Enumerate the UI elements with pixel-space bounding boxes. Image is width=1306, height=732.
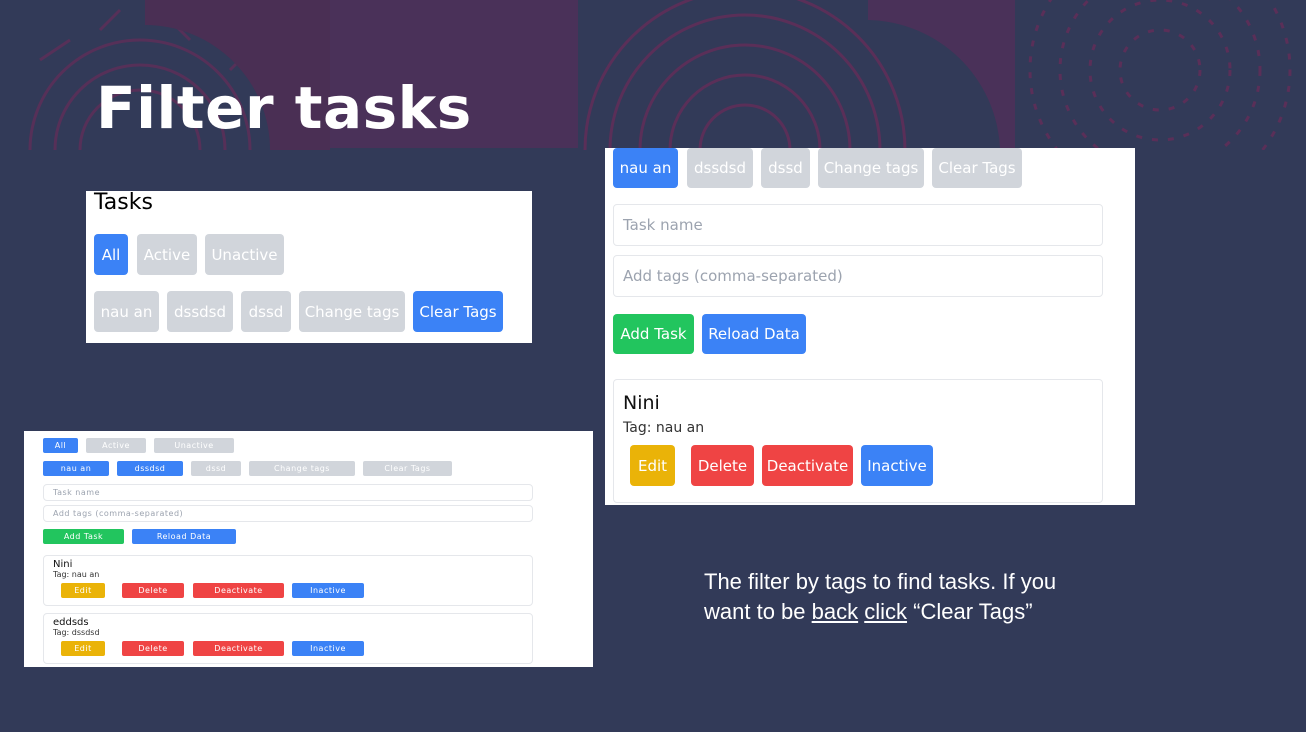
task-name: eddsds	[53, 617, 89, 628]
edit-button[interactable]: Edit	[61, 583, 105, 598]
clear-tags-button[interactable]: Clear Tags	[413, 291, 503, 332]
change-tags-button[interactable]: Change tags	[249, 461, 355, 476]
edit-button[interactable]: Edit	[630, 445, 675, 486]
tag-nau-an-button[interactable]: nau an	[613, 148, 678, 188]
task-card: Nini Tag: nau an Edit Delete Deactivate …	[613, 379, 1103, 503]
task-name: Nini	[623, 392, 660, 414]
tag-dssd-button[interactable]: dssd	[191, 461, 241, 476]
delete-button[interactable]: Delete	[122, 583, 184, 598]
deactivate-button[interactable]: Deactivate	[193, 641, 284, 656]
deactivate-button[interactable]: Deactivate	[193, 583, 284, 598]
edit-button[interactable]: Edit	[61, 641, 105, 656]
tasks-filter-panel: Tasks All Active Unactive nau an dssdsd …	[86, 191, 532, 343]
caption-text-end: “Clear Tags”	[907, 599, 1033, 624]
task-name: Nini	[53, 559, 73, 570]
back-link[interactable]: back	[812, 599, 858, 624]
task-tag: Tag: nau an	[53, 570, 100, 579]
reload-data-button[interactable]: Reload Data	[132, 529, 236, 544]
tag-dssdsd-button[interactable]: dssdsd	[117, 461, 183, 476]
tag-nau-an-button[interactable]: nau an	[43, 461, 109, 476]
add-task-button[interactable]: Add Task	[43, 529, 124, 544]
slide-caption: The filter by tags to find tasks. If you…	[704, 567, 1104, 627]
task-tag: Tag: dssdsd	[53, 628, 100, 637]
delete-button[interactable]: Delete	[122, 641, 184, 656]
tags-input[interactable]: Add tags (comma-separated)	[43, 505, 533, 522]
task-tag: Tag: nau an	[623, 420, 705, 436]
clear-tags-button[interactable]: Clear Tags	[932, 148, 1022, 188]
task-name-input[interactable]: Task name	[613, 204, 1103, 246]
clear-tags-button[interactable]: Clear Tags	[363, 461, 452, 476]
change-tags-button[interactable]: Change tags	[299, 291, 405, 332]
slide-title: Filter tasks	[96, 74, 472, 142]
task-manager-panel: nau an dssdsd dssd Change tags Clear Tag…	[605, 148, 1135, 505]
deactivate-button[interactable]: Deactivate	[762, 445, 853, 486]
status-button[interactable]: Inactive	[292, 641, 364, 656]
tag-dssd-button[interactable]: dssd	[761, 148, 810, 188]
filter-all-button[interactable]: All	[43, 438, 78, 453]
status-button[interactable]: Inactive	[861, 445, 933, 486]
click-link[interactable]: click	[864, 599, 907, 624]
filter-unactive-button[interactable]: Unactive	[154, 438, 234, 453]
slide: Filter tasks Tasks All Active Unactive n…	[0, 0, 1306, 732]
reload-data-button[interactable]: Reload Data	[702, 314, 806, 354]
task-card: Nini Tag: nau an Edit Delete Deactivate …	[43, 555, 533, 606]
task-card: eddsds Tag: dssdsd Edit Delete Deactivat…	[43, 613, 533, 664]
tag-dssdsd-button[interactable]: dssdsd	[167, 291, 233, 332]
task-manager-overview-panel: All Active Unactive nau an dssdsd dssd C…	[24, 431, 593, 667]
change-tags-button[interactable]: Change tags	[818, 148, 924, 188]
tag-dssd-button[interactable]: dssd	[241, 291, 291, 332]
add-task-button[interactable]: Add Task	[613, 314, 694, 354]
task-name-input[interactable]: Task name	[43, 484, 533, 501]
filter-unactive-button[interactable]: Unactive	[205, 234, 284, 275]
tasks-heading: Tasks	[94, 191, 153, 215]
tag-nau-an-button[interactable]: nau an	[94, 291, 159, 332]
delete-button[interactable]: Delete	[691, 445, 754, 486]
filter-all-button[interactable]: All	[94, 234, 128, 275]
filter-active-button[interactable]: Active	[137, 234, 197, 275]
status-button[interactable]: Inactive	[292, 583, 364, 598]
tags-input[interactable]: Add tags (comma-separated)	[613, 255, 1103, 297]
tag-dssdsd-button[interactable]: dssdsd	[687, 148, 753, 188]
filter-active-button[interactable]: Active	[86, 438, 146, 453]
